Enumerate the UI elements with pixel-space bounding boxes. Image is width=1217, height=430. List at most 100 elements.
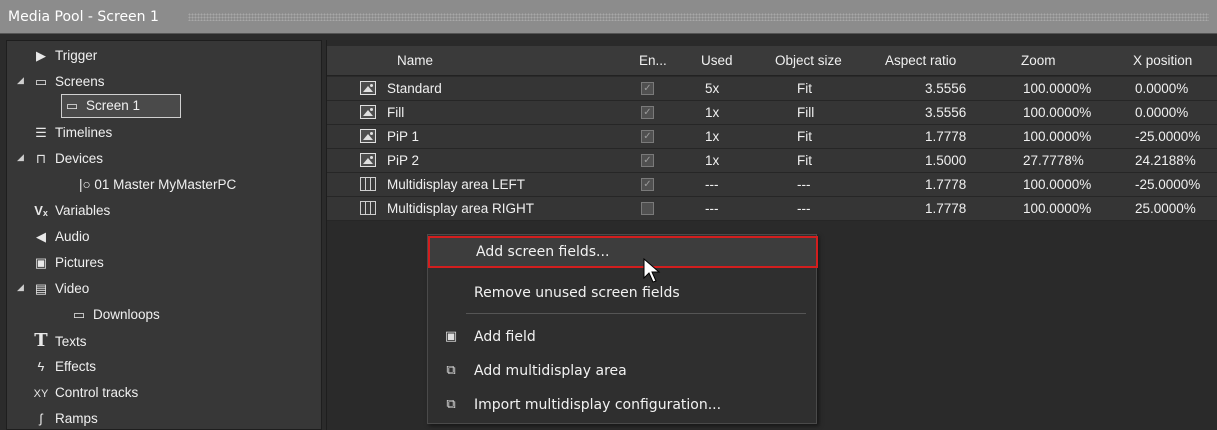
cell-x-position: -25.0000%	[1135, 177, 1201, 192]
tree-item-pictures[interactable]: ▣ Pictures	[31, 250, 104, 276]
cell-name: Fill	[387, 105, 405, 120]
column-header-aspect-ratio[interactable]: Aspect ratio	[885, 53, 956, 68]
screen-field-icon	[360, 81, 376, 95]
table-row[interactable]: Multidisplay area RIGHT --- --- 1.7778 100.0…	[327, 197, 1217, 221]
menu-item-label: Import multidisplay configuration...	[474, 397, 722, 413]
cell-object-size: Fit	[797, 153, 812, 168]
texts-icon: T	[34, 330, 48, 351]
screen-field-icon	[360, 129, 376, 143]
cell-used: 5x	[705, 81, 720, 96]
menu-item-import-multidisplay-configuration[interactable]: ⧉ Import multidisplay configuration...	[428, 391, 816, 419]
column-header-object-size[interactable]: Object size	[775, 53, 842, 68]
screens-icon: ▭	[34, 74, 48, 89]
tree-item-texts[interactable]: T Texts	[31, 328, 86, 354]
cell-object-size: ---	[797, 177, 811, 192]
tree-item-video[interactable]: ▤ Video	[31, 276, 89, 302]
menu-item-label: Add field	[474, 329, 536, 345]
table-row[interactable]: ✓ Standard 5x Fit 3.5556 100.0000% 0.0000%	[327, 77, 1217, 101]
add-field-icon: ▣	[444, 329, 458, 344]
tree-item-label: Screens	[55, 74, 105, 89]
tree-item-screens[interactable]: ▭ Screens	[31, 69, 105, 95]
video-icon: ▤	[34, 281, 48, 296]
cell-object-size: ---	[797, 201, 811, 216]
media-pool-tree[interactable]: ▶ Trigger ◢ ▭ Screens ▭ Screen 1 ☰ Timelines…	[6, 40, 322, 430]
tree-item-control-tracks[interactable]: XY Control tracks	[31, 380, 139, 406]
enabled-checkbox[interactable]: ✓	[641, 154, 654, 167]
tree-item-audio[interactable]: ◀ Audio	[31, 224, 90, 250]
cell-name: Multidisplay area RIGHT	[387, 201, 535, 216]
table-row[interactable]: ✓ PiP 2 1x Fit 1.5000 27.7778% 24.2188%	[327, 149, 1217, 173]
cell-object-size: Fit	[797, 129, 812, 144]
tree-item-screen-1[interactable]: ▭ Screen 1	[61, 94, 182, 118]
cell-x-position: 25.0000%	[1135, 201, 1196, 216]
menu-item-add-screen-fields[interactable]: Add screen fields...	[428, 236, 818, 268]
menu-item-label: Add screen fields...	[476, 244, 610, 260]
table-row[interactable]: ✓ Multidisplay area LEFT --- --- 1.7778 100.0…	[327, 173, 1217, 197]
cell-x-position: 0.0000%	[1135, 81, 1189, 96]
column-header-enabled[interactable]: En...	[639, 53, 667, 68]
column-header-x-position[interactable]: X position	[1133, 53, 1192, 68]
multidisplay-area-icon	[360, 177, 376, 191]
tree-item-label: Variables	[55, 203, 111, 218]
cell-name: Standard	[387, 81, 442, 96]
tree-item-variables[interactable]: Vₓ Variables	[31, 198, 110, 224]
column-header-used[interactable]: Used	[701, 53, 733, 68]
cell-zoom: 27.7778%	[1023, 153, 1084, 168]
enabled-checkbox[interactable]: ✓	[641, 82, 654, 95]
tree-item-timelines[interactable]: ☰ Timelines	[31, 120, 112, 146]
tree-item-label: Control tracks	[55, 385, 139, 400]
menu-item-add-field[interactable]: ▣ Add field	[428, 323, 816, 351]
cell-used: 1x	[705, 105, 720, 120]
cell-name: PiP 1	[387, 129, 420, 144]
table-row[interactable]: ✓ Fill 1x Fill 3.5556 100.0000% 0.0000%	[327, 101, 1217, 125]
trigger-icon: ▶	[36, 48, 46, 63]
tree-item-label: Effects	[55, 359, 97, 374]
titlebar-grip[interactable]	[188, 13, 1209, 21]
variables-icon: Vₓ	[34, 203, 48, 218]
audio-icon: ◀	[36, 229, 46, 244]
tree-item-label: Video	[55, 281, 90, 296]
tree-item-devices[interactable]: ⊓ Devices	[31, 146, 103, 172]
tree-item-trigger[interactable]: ▶ Trigger	[31, 43, 97, 69]
cell-zoom: 100.0000%	[1023, 201, 1092, 216]
tree-item-effects[interactable]: ϟ Effects	[31, 354, 96, 380]
cell-name: PiP 2	[387, 153, 420, 168]
import-multidisplay-configuration-icon: ⧉	[446, 397, 456, 412]
tree-item-label: Audio	[55, 229, 90, 244]
expander-devices-icon[interactable]: ◢	[17, 152, 24, 163]
tree-item-label: Timelines	[55, 125, 113, 140]
expander-video-icon[interactable]: ◢	[17, 282, 24, 293]
folder-icon: ▭	[72, 307, 86, 322]
menu-item-add-multidisplay-area[interactable]: ⧉ Add multidisplay area	[428, 357, 816, 385]
cell-aspect-ratio: 3.5556	[925, 105, 967, 120]
expander-screens-icon[interactable]: ◢	[17, 75, 24, 86]
enabled-checkbox[interactable]: ✓	[641, 178, 654, 191]
enabled-checkbox[interactable]: ✓	[641, 130, 654, 143]
cell-zoom: 100.0000%	[1023, 81, 1092, 96]
cell-zoom: 100.0000%	[1023, 177, 1092, 192]
cell-zoom: 100.0000%	[1023, 129, 1092, 144]
tree-item-label: Screen 1	[86, 98, 141, 113]
tree-item-master-device[interactable]: |○ 01 Master MyMasterPC	[79, 172, 236, 198]
cell-object-size: Fill	[797, 105, 815, 120]
tree-item-ramps[interactable]: ʃ Ramps	[31, 406, 98, 429]
enabled-checkbox[interactable]	[641, 202, 654, 215]
devices-icon: ⊓	[35, 151, 47, 166]
cell-aspect-ratio: 1.7778	[925, 177, 967, 192]
enabled-checkbox[interactable]: ✓	[641, 106, 654, 119]
mouse-cursor-icon	[643, 258, 661, 283]
menu-item-label: Add multidisplay area	[474, 363, 627, 379]
window-titlebar[interactable]: Media Pool - Screen 1	[0, 0, 1217, 34]
cell-aspect-ratio: 3.5556	[925, 81, 967, 96]
window-title: Media Pool - Screen 1	[8, 9, 159, 25]
menu-item-remove-unused-screen-fields[interactable]: Remove unused screen fields	[428, 279, 816, 307]
tree-item-downloops[interactable]: ▭ Downloops	[69, 302, 160, 328]
column-header-zoom[interactable]: Zoom	[1021, 53, 1056, 68]
table-row[interactable]: ✓ PiP 1 1x Fit 1.7778 100.0000% -25.0000%	[327, 125, 1217, 149]
add-multidisplay-area-icon: ⧉	[446, 363, 456, 378]
menu-separator	[466, 313, 806, 314]
context-menu: Add screen fields... Remove unused scree…	[427, 234, 818, 424]
tree-item-label: Trigger	[55, 48, 98, 63]
column-header-name[interactable]: Name	[397, 53, 433, 68]
screen-icon: ▭	[65, 98, 79, 113]
